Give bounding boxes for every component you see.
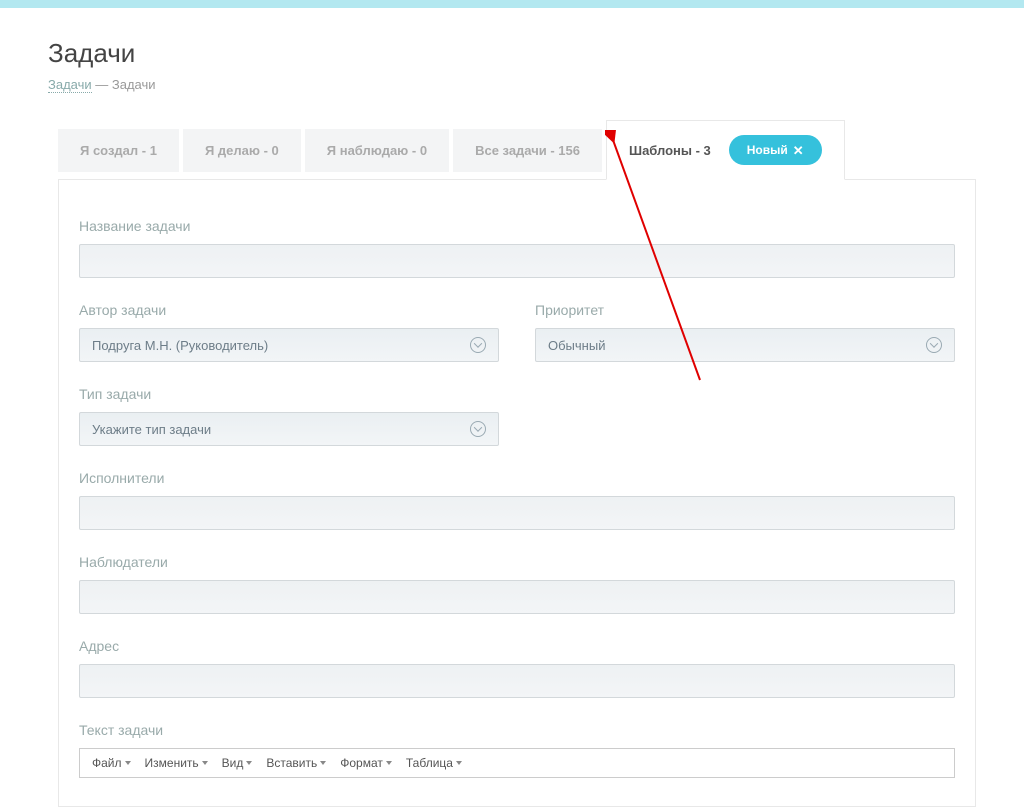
dropdown-icon	[202, 761, 208, 765]
task-type-label: Тип задачи	[79, 386, 499, 402]
task-type-select[interactable]: Укажите тип задачи	[79, 412, 499, 446]
chevron-down-icon	[470, 421, 486, 437]
tab-all[interactable]: Все задачи - 156	[453, 129, 602, 172]
task-name-input[interactable]	[79, 244, 955, 278]
breadcrumb-sep: —	[92, 77, 112, 92]
editor-insert-menu[interactable]: Вставить	[260, 752, 332, 774]
editor-edit-menu[interactable]: Изменить	[139, 752, 214, 774]
dropdown-icon	[386, 761, 392, 765]
priority-select[interactable]: Обычный	[535, 328, 955, 362]
dropdown-icon	[125, 761, 131, 765]
author-label: Автор задачи	[79, 302, 499, 318]
chevron-down-icon	[926, 337, 942, 353]
form-panel: Название задачи Автор задачи Подруга М.Н…	[58, 179, 976, 807]
author-select-value: Подруга М.Н. (Руководитель)	[92, 338, 268, 353]
priority-label: Приоритет	[535, 302, 955, 318]
performers-input[interactable]	[79, 496, 955, 530]
task-type-placeholder: Укажите тип задачи	[92, 422, 211, 437]
task-name-label: Название задачи	[79, 218, 955, 234]
dropdown-icon	[320, 761, 326, 765]
observers-label: Наблюдатели	[79, 554, 955, 570]
tabs: Я создал - 1 Я делаю - 0 Я наблюдаю - 0 …	[58, 120, 976, 180]
editor-file-menu[interactable]: Файл	[86, 752, 137, 774]
breadcrumb-root-link[interactable]: Задачи	[48, 77, 92, 93]
observers-input[interactable]	[79, 580, 955, 614]
tab-templates-active[interactable]: Шаблоны - 3 Новый ✕	[606, 120, 845, 180]
editor-toolbar: Файл Изменить Вид Вставить Формат Таблиц…	[79, 748, 955, 778]
address-input[interactable]	[79, 664, 955, 698]
task-text-label: Текст задачи	[79, 722, 955, 738]
page-title: Задачи	[48, 38, 976, 69]
priority-select-value: Обычный	[548, 338, 605, 353]
chevron-down-icon	[470, 337, 486, 353]
tab-created[interactable]: Я создал - 1	[58, 129, 179, 172]
tab-doing[interactable]: Я делаю - 0	[183, 129, 301, 172]
address-label: Адрес	[79, 638, 955, 654]
dropdown-icon	[456, 761, 462, 765]
editor-format-menu[interactable]: Формат	[334, 752, 398, 774]
tab-watching[interactable]: Я наблюдаю - 0	[305, 129, 449, 172]
breadcrumb-current: Задачи	[112, 77, 156, 92]
new-button[interactable]: Новый ✕	[729, 135, 822, 165]
close-icon: ✕	[793, 144, 804, 157]
tab-templates-label: Шаблоны - 3	[629, 143, 711, 158]
dropdown-icon	[246, 761, 252, 765]
top-accent-bar	[0, 0, 1024, 8]
author-select[interactable]: Подруга М.Н. (Руководитель)	[79, 328, 499, 362]
editor-table-menu[interactable]: Таблица	[400, 752, 468, 774]
new-button-label: Новый	[747, 143, 788, 157]
breadcrumb: Задачи — Задачи	[48, 77, 976, 92]
editor-view-menu[interactable]: Вид	[216, 752, 259, 774]
performers-label: Исполнители	[79, 470, 955, 486]
